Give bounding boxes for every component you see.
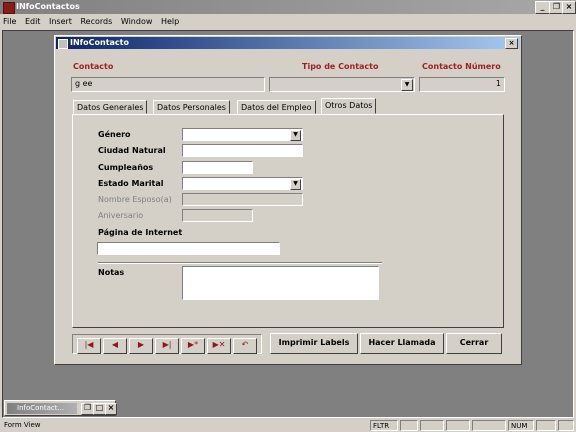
genero-label: Género [98, 130, 131, 139]
cerrar-button[interactable]: Cerrar [446, 333, 502, 354]
delete-record-icon[interactable]: ▶✕ [207, 338, 231, 354]
last-record-icon[interactable]: ▶| [155, 338, 179, 354]
tipo-contacto-combo[interactable]: ▼ [269, 77, 415, 92]
nombre-esposo-label: Nombre Esposo(a) [98, 195, 172, 204]
pagina-internet-label: Página de Internet [98, 228, 183, 237]
ciudad-natural-field[interactable] [182, 144, 303, 157]
tab-datos-personales[interactable]: Datos Personales [153, 100, 230, 114]
status-cell [536, 420, 556, 431]
menu-window[interactable]: Window [118, 14, 156, 30]
aniversario-label: Aniversario [98, 211, 144, 220]
record-navigation: |◀ ◀ ▶ ▶| ▶* ▶✕ ↶ [72, 334, 262, 354]
tab-datos-empleo[interactable]: Datos del Empleo [237, 100, 316, 114]
contacto-field[interactable]: g ee [71, 77, 265, 92]
estado-marital-label: Estado Marital [98, 179, 164, 188]
status-cell [400, 420, 418, 431]
new-record-icon[interactable]: ▶* [181, 338, 205, 354]
cumpleanos-label: Cumpleaños [98, 163, 154, 172]
app-title: INfoContactos [16, 2, 80, 11]
status-fltr: FLTR [370, 420, 398, 431]
contacto-numero-label: Contacto Número [422, 62, 501, 71]
menu-help[interactable]: Help [158, 14, 182, 30]
estado-marital-combo[interactable]: ▼ [182, 177, 303, 190]
divider [98, 262, 382, 264]
status-text: Form View [4, 421, 41, 429]
minimized-window-title: InfoContact... [7, 403, 77, 414]
minimized-title-text: InfoContact... [17, 404, 65, 412]
genero-combo[interactable]: ▼ [182, 128, 303, 141]
pagina-internet-field[interactable] [97, 242, 280, 255]
tipo-contacto-label: Tipo de Contacto [302, 62, 379, 71]
status-cell [420, 420, 444, 431]
form-title: INfoContacto [70, 38, 129, 47]
form-icon [58, 39, 68, 49]
prev-record-icon[interactable]: ◀ [103, 338, 127, 354]
tab-datos-generales[interactable]: Datos Generales [73, 100, 148, 114]
menu-edit[interactable]: Edit [22, 14, 44, 30]
ciudad-natural-label: Ciudad Natural [98, 146, 166, 155]
undo-icon[interactable]: ↶ [233, 338, 257, 354]
form-title-bar: INfoContacto × [56, 37, 520, 49]
menu-file[interactable]: File [0, 14, 19, 30]
status-bar: Form View FLTR NUM [0, 419, 576, 432]
next-record-icon[interactable]: ▶ [129, 338, 153, 354]
minimize-icon[interactable]: _ [535, 1, 550, 14]
nombre-esposo-field [182, 193, 303, 206]
status-cell [558, 420, 574, 431]
hacer-llamada-button[interactable]: Hacer Llamada [360, 333, 444, 354]
tab-otros-datos[interactable]: Otros Datos [321, 98, 377, 114]
form-close-icon[interactable]: × [505, 38, 518, 49]
aniversario-field [182, 209, 253, 222]
first-record-icon[interactable]: |◀ [77, 338, 101, 354]
notas-field[interactable] [182, 266, 379, 300]
app-title-bar: INfoContactos _ ❐ × [0, 0, 576, 14]
close-icon[interactable]: × [562, 1, 576, 14]
chevron-down-icon[interactable]: ▼ [290, 130, 301, 141]
menu-records[interactable]: Records [77, 14, 115, 30]
contacto-numero-field: 1 [419, 77, 505, 92]
chevron-down-icon[interactable]: ▼ [290, 179, 301, 190]
menu-bar: File Edit Insert Records Window Help [0, 14, 576, 30]
status-cell [446, 420, 470, 431]
close-icon[interactable]: × [105, 403, 117, 415]
chevron-down-icon[interactable]: ▼ [401, 79, 413, 91]
status-num: NUM [508, 420, 534, 431]
imprimir-labels-button[interactable]: Imprimir Labels [270, 333, 358, 354]
contacto-label: Contacto [73, 62, 114, 71]
menu-insert[interactable]: Insert [46, 14, 75, 30]
minimized-window[interactable]: InfoContact... ❐ □ × [4, 400, 117, 416]
cumpleanos-field[interactable] [182, 161, 253, 174]
status-cell [472, 420, 506, 431]
notas-label: Notas [98, 268, 125, 277]
access-app-icon [3, 2, 15, 14]
